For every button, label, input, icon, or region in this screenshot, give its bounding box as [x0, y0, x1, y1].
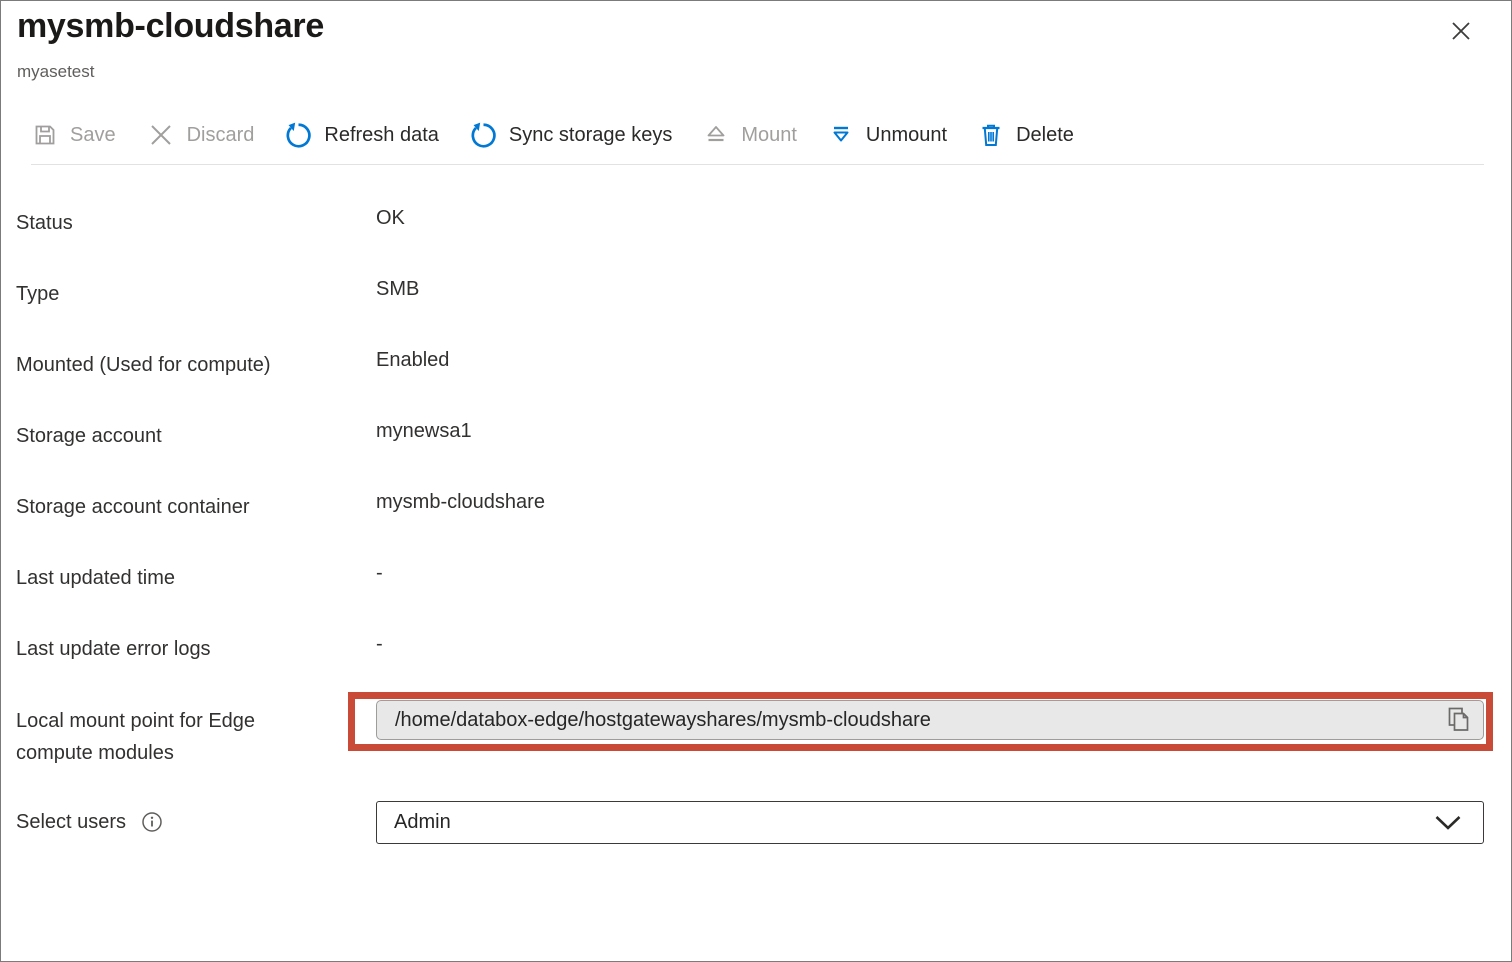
refresh-data-button[interactable]: Refresh data	[284, 121, 439, 150]
delete-button[interactable]: Delete	[977, 121, 1074, 149]
sync-icon	[469, 121, 498, 150]
copy-icon	[1444, 705, 1474, 735]
field-label: Status	[16, 210, 376, 237]
field-row-error-logs: Last update error logs -	[16, 636, 1484, 707]
mount-point-field[interactable]: /home/databox-edge/hostgatewayshares/mys…	[376, 700, 1484, 740]
save-icon	[31, 121, 59, 149]
field-value: OK	[376, 205, 405, 232]
page-subtitle: myasetest	[17, 62, 94, 82]
close-icon	[1446, 16, 1476, 46]
toolbar-divider	[31, 164, 1484, 165]
chevron-down-icon	[1433, 814, 1463, 832]
close-button[interactable]	[1444, 14, 1478, 48]
field-row-storage-container: Storage account container mysmb-cloudsha…	[16, 494, 1484, 565]
field-row-type: Type SMB	[16, 281, 1484, 352]
sync-storage-keys-button[interactable]: Sync storage keys	[469, 121, 672, 150]
field-value: -	[376, 631, 383, 658]
field-value: mynewsa1	[376, 418, 472, 445]
discard-label: Discard	[187, 124, 255, 147]
select-users-label: Select users	[16, 810, 164, 834]
field-label: Storage account	[16, 423, 376, 450]
mount-button: Mount	[702, 121, 797, 149]
field-value: mysmb-cloudshare	[376, 489, 545, 516]
field-label: Mounted (Used for compute)	[16, 352, 376, 379]
refresh-icon	[284, 121, 313, 150]
sync-storage-keys-label: Sync storage keys	[509, 124, 672, 147]
discard-icon	[146, 120, 176, 150]
unmount-icon	[827, 121, 855, 149]
share-details-blade: mysmb-cloudshare myasetest Save	[0, 0, 1512, 962]
select-users-value: Admin	[394, 811, 451, 834]
mount-icon	[702, 121, 730, 149]
mount-point-value: /home/databox-edge/hostgatewayshares/mys…	[395, 709, 931, 732]
unmount-button[interactable]: Unmount	[827, 121, 947, 149]
field-value: Enabled	[376, 347, 449, 374]
select-users-label-text: Select users	[16, 811, 126, 834]
mount-label: Mount	[741, 124, 797, 147]
field-label: Last update error logs	[16, 636, 376, 663]
field-value: -	[376, 560, 383, 587]
delete-icon	[977, 121, 1005, 149]
field-label: Last updated time	[16, 565, 376, 592]
save-button: Save	[31, 121, 116, 149]
field-row-storage-account: Storage account mynewsa1	[16, 423, 1484, 494]
field-row-last-updated: Last updated time -	[16, 565, 1484, 636]
page-title: mysmb-cloudshare	[17, 7, 324, 46]
unmount-label: Unmount	[866, 124, 947, 147]
properties-list: Status OK Type SMB Mounted (Used for com…	[16, 210, 1484, 707]
field-row-mounted: Mounted (Used for compute) Enabled	[16, 352, 1484, 423]
command-bar: Save Discard Refresh data	[31, 112, 1074, 158]
save-label: Save	[70, 124, 116, 147]
delete-label: Delete	[1016, 124, 1074, 147]
mount-point-label: Local mount point for Edge compute modul…	[16, 705, 316, 769]
select-users-dropdown[interactable]: Admin	[376, 801, 1484, 844]
field-value: SMB	[376, 276, 419, 303]
field-label: Storage account container	[16, 494, 376, 521]
field-row-status: Status OK	[16, 210, 1484, 281]
refresh-data-label: Refresh data	[324, 124, 439, 147]
field-label: Type	[16, 281, 376, 308]
copy-button[interactable]	[1442, 704, 1476, 736]
discard-button: Discard	[146, 120, 255, 150]
info-icon[interactable]	[140, 810, 164, 834]
